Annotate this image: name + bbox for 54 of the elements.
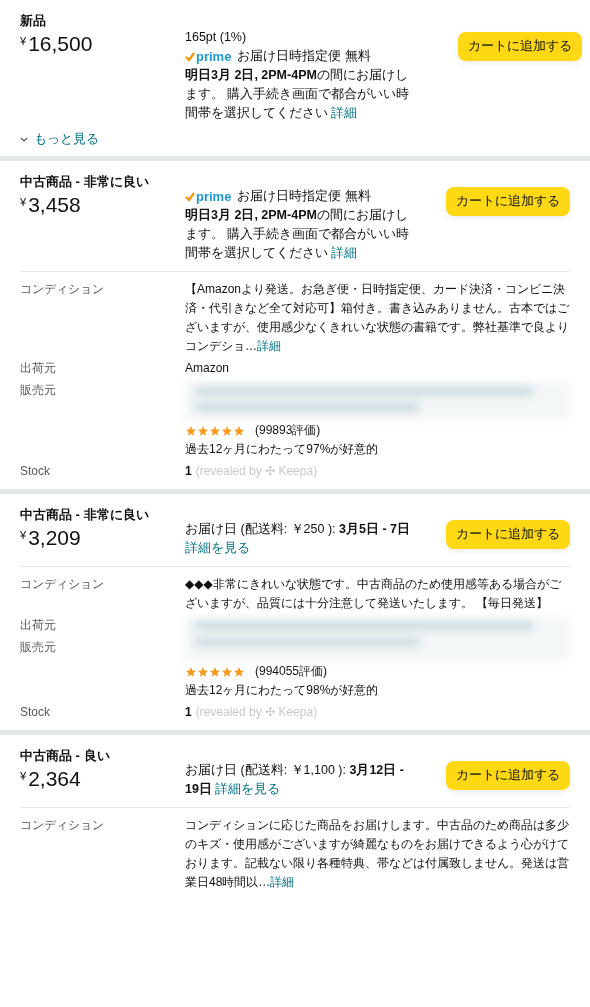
chevron-down-icon — [20, 136, 28, 143]
prime-logo: prime — [196, 48, 232, 66]
shipper-name: Amazon — [185, 360, 231, 377]
price: 3,209 — [28, 526, 81, 550]
detail-label: 販売元 — [20, 382, 57, 399]
currency-symbol: ¥ — [20, 196, 27, 208]
condition-text: ◆◆◆非常にきれいな状態です。中古商品のため使用感等ある場合がございますが、品質には十分注意して発送いたします。 【毎日発送】 — [185, 576, 562, 612]
delivery-text: 明日3月 2日, 2PM-4PMの間にお届けします。 購入手続き画面で都合がいい時間帯を選択してください 詳細 — [185, 207, 411, 262]
detail-label: 出荷元 — [20, 617, 57, 634]
details-link[interactable]: 詳細を見る — [215, 782, 281, 796]
detail-label: 出荷元 — [20, 360, 57, 377]
details-link[interactable]: 詳細 — [331, 246, 358, 260]
detail-label: コンディション — [20, 817, 105, 834]
details-link[interactable]: 詳細を見る — [185, 541, 250, 555]
rating-count: (994055評価) — [255, 663, 328, 680]
delivery-service: お届け日時指定便 無料 — [237, 48, 371, 65]
check-icon — [185, 191, 195, 202]
prime-logo: prime — [196, 188, 232, 206]
condition-text: コンディションに応じた商品をお届けします。中古品のため商品は多少のキズ・使用感がございますが綺麗なものをお届けできるよう心がけております。記載ない限り各種特典、帯などは付属致しません。発送は営業日48時間以…詳細 — [185, 817, 570, 891]
add-to-cart-button[interactable]: カートに追加する — [446, 761, 570, 790]
rating-count: (99893評価) — [255, 422, 321, 439]
add-to-cart-button[interactable]: カートに追加する — [446, 187, 570, 216]
price: 3,458 — [28, 193, 81, 217]
delivery-text: お届け日 (配送料: ￥1,100 ): 3月12日 - 19日 詳細を見る — [185, 762, 405, 798]
condition-title: 中古商品 - 良い — [20, 747, 111, 765]
currency-symbol: ¥ — [20, 529, 27, 541]
see-more-link[interactable]: もっと見る — [20, 131, 99, 148]
stock-count: 1 — [185, 704, 192, 721]
detail-label: コンディション — [20, 576, 105, 593]
delivery-text: お届け日 (配送料: ￥250 ): 3月5日 - 7日 詳細を見る — [185, 521, 411, 557]
detail-label: コンディション — [20, 281, 105, 298]
price: 2,364 — [28, 767, 81, 791]
detail-label: 販売元 — [20, 639, 57, 656]
price: 16,500 — [28, 32, 93, 56]
currency-symbol: ¥ — [20, 35, 27, 47]
delivery-text: 明日3月 2日, 2PM-4PMの間にお届けします。 購入手続き画面で都合がいい時間帯を選択してください 詳細 — [185, 67, 411, 122]
add-to-cart-button[interactable]: カートに追加する — [458, 32, 582, 61]
detail-label: Stock — [20, 463, 51, 480]
delivery-service: お届け日時指定便 無料 — [237, 188, 371, 205]
detail-label: Stock — [20, 704, 51, 721]
positive-rating: 過去12ヶ月にわたって98%が好意的 — [185, 682, 380, 699]
condition-title: 新品 — [20, 12, 47, 30]
check-icon — [185, 51, 195, 62]
condition-title: 中古商品 - 非常に良い — [20, 506, 150, 524]
positive-rating: 過去12ヶ月にわたって97%が好意的 — [185, 441, 380, 458]
points-text: 165pt (1%) — [185, 29, 248, 46]
condition-text: 【Amazonより発送。お急ぎ便・日時指定便、カード決済・コンビニ決済・代引きなど全て対応可】箱付き。書き込みありません。古本ではございますが、使用感少なくきれいな状態の書籍です。弊社基準で良よりコンデショ…詳細 — [185, 281, 570, 355]
details-link[interactable]: 詳細 — [331, 106, 358, 120]
details-link[interactable]: 詳細 — [257, 339, 281, 353]
stock-count: 1 — [185, 463, 192, 480]
add-to-cart-button[interactable]: カートに追加する — [446, 520, 570, 549]
currency-symbol: ¥ — [20, 770, 27, 782]
condition-title: 中古商品 - 非常に良い — [20, 173, 150, 191]
details-link[interactable]: 詳細 — [270, 875, 295, 889]
